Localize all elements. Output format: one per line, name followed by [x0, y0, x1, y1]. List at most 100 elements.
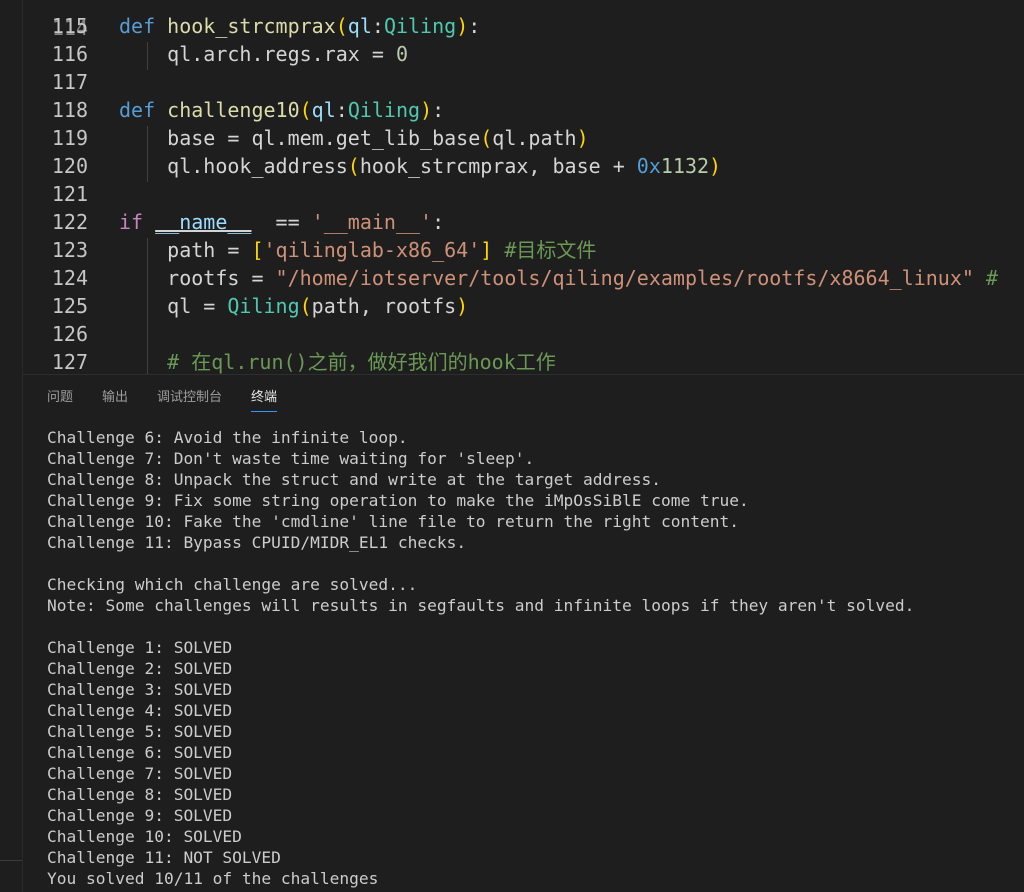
line-number: 123	[51, 238, 88, 262]
terminal-line: Checking which challenge are solved...	[47, 575, 418, 594]
code-token: (	[480, 126, 493, 150]
code-text: def challenge10(ql:Qiling):	[119, 96, 444, 124]
code-token: ql.arch.regs.rax =	[119, 42, 396, 66]
code-token: ]	[480, 238, 493, 262]
code-token: 'qilinglab-x86_64'	[263, 238, 481, 262]
indent-guide	[147, 42, 148, 70]
code-text: base = ql.mem.get_lib_base(ql.path)	[119, 124, 589, 152]
code-token: ql.hook_address	[119, 154, 348, 178]
code-text: if __name__ == '__main__':	[119, 208, 444, 236]
line-number: 124	[51, 266, 88, 290]
line-number: 120	[51, 154, 88, 178]
terminal-line: Challenge 11: NOT SOLVED	[47, 848, 281, 867]
code-token: path =	[119, 238, 252, 262]
terminal-line: Challenge 8: SOLVED	[47, 785, 233, 804]
bottom-panel: 问题 输出 调试控制台 终端 Challenge 6: Avoid the infin…	[23, 374, 1024, 892]
line-number: 126	[51, 322, 88, 346]
code-token: 0	[395, 42, 408, 66]
code-token: ql	[311, 98, 336, 122]
code-token: #	[973, 266, 999, 290]
code-token: )	[456, 14, 469, 38]
tab-problems[interactable]: 问题	[47, 387, 73, 409]
line-number: 116	[51, 42, 88, 66]
line-number: 121	[51, 182, 88, 206]
terminal-line: Challenge 2: SOLVED	[47, 659, 233, 678]
tab-debug-console[interactable]: 调试控制台	[157, 387, 222, 409]
code-token: hook_strcmprax, base +	[359, 154, 637, 178]
code-text: path = ['qilinglab-x86_64'] #目标文件	[119, 236, 596, 264]
code-token: ql =	[119, 294, 228, 318]
code-text: def hook_strcmprax(ql:Qiling):	[119, 12, 480, 40]
terminal-line: Challenge 6: Avoid the infinite loop.	[47, 428, 408, 447]
code-token: def	[119, 98, 156, 122]
code-token: (	[347, 154, 360, 178]
indent-guide	[147, 238, 148, 374]
terminal-line: Challenge 5: SOLVED	[47, 722, 233, 741]
terminal-line: You solved 10/11 of the challenges	[47, 869, 379, 888]
line-number: 115	[51, 14, 88, 38]
code-text: # 在ql.run()之前，做好我们的hook工作	[119, 348, 556, 374]
terminal-line: Challenge 9: Fix some string operation t…	[47, 491, 749, 510]
terminal-output[interactable]: Challenge 6: Avoid the infinite loop. Cha…	[47, 427, 1017, 892]
code-text: ql.arch.regs.rax = 0	[119, 40, 408, 68]
code-token: ql	[347, 14, 372, 38]
code-token: path, rootfs	[311, 294, 457, 318]
terminal-line: Challenge 10: Fake the 'cmdline' line fi…	[47, 512, 739, 531]
tab-output[interactable]: 输出	[102, 387, 128, 409]
code-token: rootfs =	[119, 266, 276, 290]
indent-guide	[147, 126, 148, 182]
terminal-line: Challenge 3: SOLVED	[47, 680, 233, 699]
code-token: )	[576, 126, 589, 150]
terminal-line: Challenge 6: SOLVED	[47, 743, 233, 762]
code-editor[interactable]: 114 115 def hook_strcmprax(ql:Qiling): 116…	[23, 0, 1024, 374]
code-token: challenge10	[167, 98, 300, 122]
code-token: :	[468, 14, 481, 38]
tab-terminal[interactable]: 终端	[251, 387, 278, 412]
vscode-window: 114 115 def hook_strcmprax(ql:Qiling): 116…	[0, 0, 1024, 892]
line-number: 119	[51, 126, 88, 150]
code-text: ql = Qiling(path, rootfs)	[119, 292, 468, 320]
code-token: Qiling	[347, 98, 421, 122]
code-text: ql.hook_address(hook_strcmprax, base + 0…	[119, 152, 721, 180]
code-text: rootfs = "/home/iotserver/tools/qiling/e…	[119, 264, 998, 292]
code-token: base = ql.mem.get_lib_base	[119, 126, 481, 150]
code-token: if	[119, 210, 144, 234]
strip-divider	[0, 860, 22, 861]
terminal-line: Challenge 9: SOLVED	[47, 806, 233, 825]
terminal-line: Challenge 10: SOLVED	[47, 827, 242, 846]
code-token: 0x	[636, 154, 661, 178]
terminal-line: Challenge 7: SOLVED	[47, 764, 233, 783]
left-gutter-strip	[0, 0, 23, 892]
code-token: :	[371, 14, 384, 38]
line-number: 117	[51, 70, 88, 94]
line-number: 118	[51, 98, 88, 122]
code-token: hook_strcmprax	[167, 14, 336, 38]
code-token: :	[335, 98, 348, 122]
terminal-line: Challenge 7: Don't waste time waiting fo…	[47, 449, 535, 468]
code-token: def	[119, 14, 156, 38]
code-token: __name__	[155, 210, 252, 234]
terminal-line: Challenge 11: Bypass CPUID/MIDR_EL1 chec…	[47, 533, 467, 552]
terminal-line: Note: Some challenges will results in se…	[47, 596, 915, 615]
code-token: )	[456, 294, 469, 318]
code-token: [	[251, 238, 264, 262]
code-token: ==	[251, 210, 312, 234]
code-token: )	[709, 154, 722, 178]
code-token: (	[299, 294, 312, 318]
terminal-line: Challenge 1: SOLVED	[47, 638, 233, 657]
panel-tab-bar: 问题 输出 调试控制台 终端	[23, 375, 1024, 415]
code-token: Qiling	[227, 294, 300, 318]
code-token: :	[432, 98, 445, 122]
code-token: )	[420, 98, 433, 122]
code-token: 1132	[660, 154, 710, 178]
terminal-line: Challenge 8: Unpack the struct and write…	[47, 470, 661, 489]
code-token: Qiling	[383, 14, 457, 38]
code-token: "/home/iotserver/tools/qiling/examples/r…	[275, 266, 974, 290]
code-token: '__main__'	[311, 210, 433, 234]
code-token: # 在ql.run()之前，做好我们的hook工作	[119, 350, 556, 374]
code-token: ql.path	[492, 126, 577, 150]
